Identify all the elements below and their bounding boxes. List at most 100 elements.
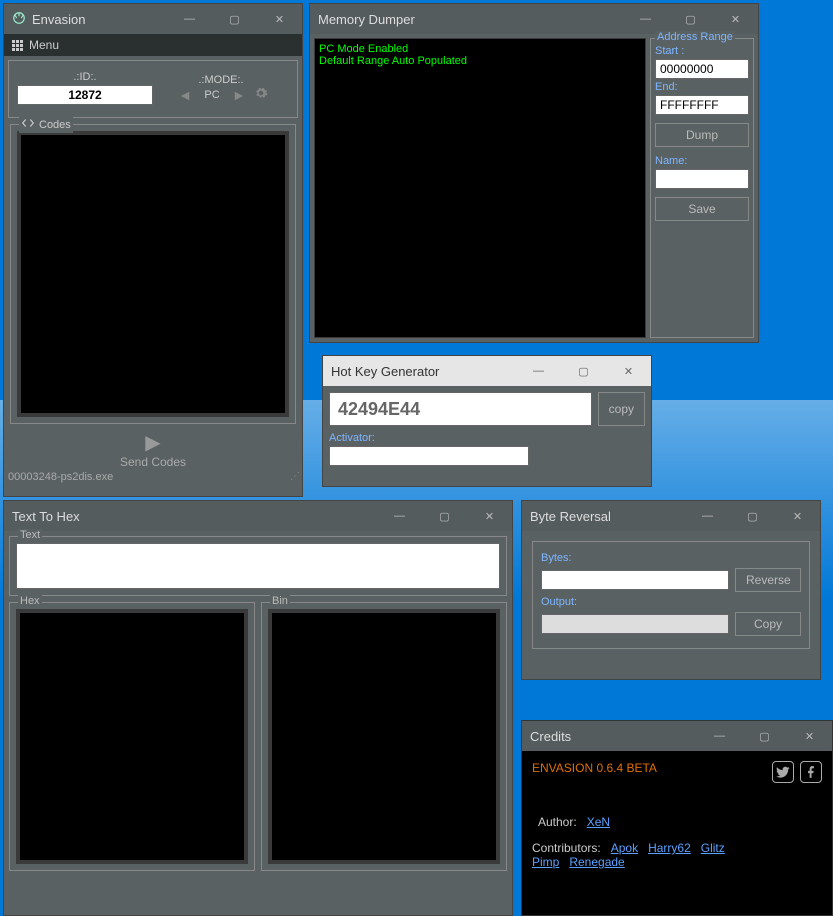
window-title: Text To Hex — [12, 509, 377, 524]
envasion-titlebar[interactable]: Envasion — ▢ ✕ — [4, 4, 302, 34]
facebook-icon[interactable] — [800, 761, 822, 783]
bin-output[interactable] — [268, 609, 500, 864]
activator-label: Activator: — [329, 432, 645, 444]
id-label: .:ID:. — [17, 71, 153, 83]
mode-next-button[interactable]: ► — [228, 87, 250, 103]
codes-textarea[interactable] — [17, 131, 289, 417]
hex-group: Hex — [9, 602, 255, 871]
console-line: Default Range Auto Populated — [319, 55, 641, 67]
address-range-label: Address Range — [655, 31, 735, 43]
credits-titlebar[interactable]: Credits — ▢ ✕ — [522, 721, 832, 751]
maximize-button[interactable]: ▢ — [212, 4, 257, 34]
bin-label: Bin — [270, 595, 290, 607]
mode-prev-button[interactable]: ◄ — [174, 87, 196, 103]
memory-dumper-window: Memory Dumper — ▢ ✕ PC Mode Enabled Defa… — [309, 3, 759, 343]
minimize-button[interactable]: — — [377, 501, 422, 531]
name-label: Name: — [655, 155, 749, 167]
maximize-button[interactable]: ▢ — [668, 4, 713, 34]
dump-button[interactable]: Dump — [655, 123, 749, 147]
mode-label: .:MODE:. — [198, 74, 243, 86]
activator-input[interactable] — [329, 446, 529, 466]
bytes-label: Bytes: — [541, 552, 801, 564]
contributors-label: Contributors: — [532, 841, 601, 855]
settings-gear-icon[interactable] — [254, 86, 268, 105]
close-button[interactable]: ✕ — [775, 501, 820, 531]
bin-group: Bin — [261, 602, 507, 871]
close-button[interactable]: ✕ — [257, 4, 302, 34]
window-title: Hot Key Generator — [331, 364, 516, 379]
bytes-input[interactable] — [541, 570, 729, 590]
maximize-button[interactable]: ▢ — [730, 501, 775, 531]
minimize-button[interactable]: — — [516, 356, 561, 386]
menu-label: Menu — [29, 38, 59, 52]
status-bar: 00003248-ps2dis.exe ⋰ — [4, 469, 302, 485]
codes-legend: Codes — [19, 116, 73, 133]
author-label: Author: — [538, 815, 577, 829]
maximize-button[interactable]: ▢ — [561, 356, 606, 386]
start-input[interactable] — [655, 59, 749, 79]
save-button[interactable]: Save — [655, 197, 749, 221]
text-input[interactable] — [16, 543, 500, 589]
codes-icon — [21, 116, 35, 133]
codes-group: Codes — [10, 124, 296, 424]
address-range-group: Address Range Start : End: Dump Name: Sa… — [650, 38, 754, 338]
rebel-icon — [12, 11, 26, 28]
hotkey-value-input[interactable] — [329, 392, 592, 426]
copy-button[interactable]: copy — [598, 392, 645, 426]
contributor-link[interactable]: Renegade — [569, 855, 624, 869]
menu-bar[interactable]: Menu — [4, 34, 302, 56]
minimize-button[interactable]: — — [685, 501, 730, 531]
text-label: Text — [18, 529, 42, 541]
send-codes-label: Send Codes — [4, 455, 302, 469]
end-label: End: — [655, 81, 749, 93]
status-text: 00003248-ps2dis.exe — [8, 471, 113, 483]
maximize-button[interactable]: ▢ — [742, 721, 787, 751]
close-button[interactable]: ✕ — [467, 501, 512, 531]
memdumper-titlebar[interactable]: Memory Dumper — ▢ ✕ — [310, 4, 758, 34]
resize-grip-icon[interactable]: ⋰ — [290, 471, 298, 483]
reverse-button[interactable]: Reverse — [735, 568, 801, 592]
hex-output[interactable] — [16, 609, 248, 864]
hotkey-titlebar[interactable]: Hot Key Generator — ▢ ✕ — [323, 356, 651, 386]
window-title: Byte Reversal — [530, 509, 685, 524]
id-mode-group: .:ID:. .:MODE:. ◄ PC ► — [8, 60, 298, 118]
contributor-link[interactable]: Apok — [611, 841, 638, 855]
author-link[interactable]: XeN — [587, 815, 610, 829]
copy-button[interactable]: Copy — [735, 612, 801, 636]
menu-grid-icon — [12, 40, 23, 51]
version-label: ENVASION 0.6.4 BETA — [532, 761, 657, 775]
console-line: PC Mode Enabled — [319, 43, 641, 55]
id-input[interactable] — [17, 85, 153, 105]
contributor-link[interactable]: Harry62 — [648, 841, 691, 855]
name-input[interactable] — [655, 169, 749, 189]
hex-label: Hex — [18, 595, 42, 607]
text-to-hex-window: Text To Hex — ▢ ✕ Text Hex Bin — [3, 500, 513, 916]
window-title: Memory Dumper — [318, 12, 623, 27]
output-field — [541, 614, 729, 634]
mode-value: PC — [200, 89, 224, 101]
text-group: Text — [9, 536, 507, 596]
close-button[interactable]: ✕ — [606, 356, 651, 386]
credits-window: Credits — ▢ ✕ ENVASION 0.6.4 BETA Author… — [521, 720, 833, 916]
envasion-window: Envasion — ▢ ✕ Menu .:ID:. .:MODE:. ◄ PC… — [3, 3, 303, 497]
minimize-button[interactable]: — — [697, 721, 742, 751]
minimize-button[interactable]: — — [623, 4, 668, 34]
console-output: PC Mode Enabled Default Range Auto Popul… — [314, 38, 646, 338]
texttohex-titlebar[interactable]: Text To Hex — ▢ ✕ — [4, 501, 512, 531]
window-title: Credits — [530, 729, 697, 744]
minimize-button[interactable]: — — [167, 4, 212, 34]
close-button[interactable]: ✕ — [713, 4, 758, 34]
start-label: Start : — [655, 45, 749, 57]
hotkey-window: Hot Key Generator — ▢ ✕ copy Activator: — [322, 355, 652, 487]
window-title: Envasion — [32, 12, 167, 27]
close-button[interactable]: ✕ — [787, 721, 832, 751]
send-play-button[interactable]: ▶ — [4, 430, 302, 455]
output-label: Output: — [541, 596, 801, 608]
end-input[interactable] — [655, 95, 749, 115]
maximize-button[interactable]: ▢ — [422, 501, 467, 531]
byterev-titlebar[interactable]: Byte Reversal — ▢ ✕ — [522, 501, 820, 531]
byte-fieldset: Bytes: Reverse Output: Copy — [532, 541, 810, 649]
twitter-icon[interactable] — [772, 761, 794, 783]
send-codes-area: ▶ Send Codes — [4, 430, 302, 469]
byte-reversal-window: Byte Reversal — ▢ ✕ Bytes: Reverse Outpu… — [521, 500, 821, 680]
